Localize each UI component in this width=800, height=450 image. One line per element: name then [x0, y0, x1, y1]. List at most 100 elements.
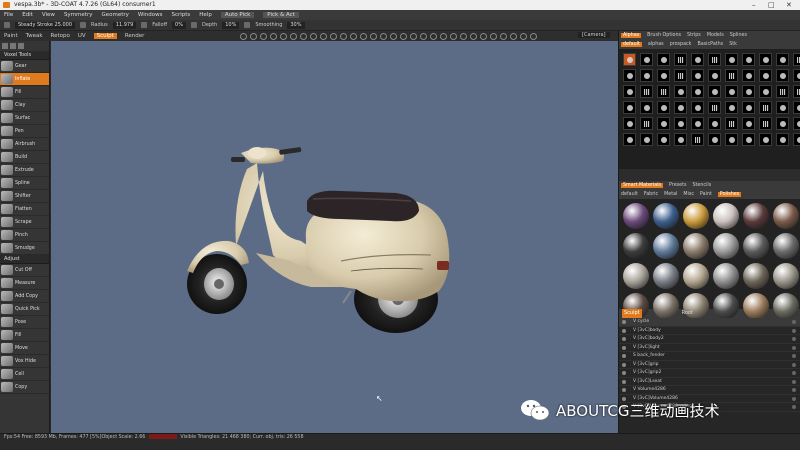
- tool-fill[interactable]: Fill: [0, 86, 49, 99]
- view-icon[interactable]: [380, 32, 387, 40]
- material-sphere[interactable]: [743, 263, 769, 289]
- visibility-eye-icon[interactable]: [622, 362, 626, 367]
- alpha-thumbnail[interactable]: [674, 53, 687, 66]
- alpha-thumbnail[interactable]: [708, 69, 721, 82]
- menu-scripts[interactable]: Scripts: [171, 12, 190, 18]
- alpha-thumbnail[interactable]: [640, 69, 653, 82]
- material-sphere[interactable]: [773, 203, 799, 229]
- view-icon[interactable]: [310, 32, 317, 40]
- alpha-thumbnail[interactable]: [776, 101, 789, 114]
- alpha-thumbnail[interactable]: [759, 101, 772, 114]
- alpha-thumbnail[interactable]: [759, 117, 772, 130]
- alpha-thumbnail[interactable]: [640, 53, 653, 66]
- material-sphere[interactable]: [713, 233, 739, 259]
- layer-row[interactable]: V [3vC]body: [619, 327, 800, 335]
- tool-measure[interactable]: Measure: [0, 277, 49, 290]
- view-icon[interactable]: [420, 32, 427, 40]
- alpha-thumbnail[interactable]: [657, 101, 670, 114]
- alpha-thumbnail[interactable]: [623, 85, 636, 98]
- tool-pen[interactable]: Pen: [0, 125, 49, 138]
- view-icon[interactable]: [410, 32, 417, 40]
- alpha-thumbnail[interactable]: [793, 117, 800, 130]
- view-icon[interactable]: [300, 32, 307, 40]
- layer-row[interactable]: V [3vC]grip2: [619, 369, 800, 378]
- menu-edit[interactable]: Edit: [22, 12, 33, 18]
- alpha-thumbnail[interactable]: [640, 133, 653, 146]
- view-icon[interactable]: [450, 32, 457, 40]
- tool-fill[interactable]: Fill: [0, 329, 49, 342]
- grid-icon[interactable]: [2, 43, 8, 49]
- menu-symmetry[interactable]: Symmetry: [64, 12, 93, 18]
- tool-cut-off[interactable]: Cut Off: [0, 264, 49, 277]
- tool-smudge[interactable]: Smudge: [0, 242, 49, 255]
- view-icon[interactable]: [390, 32, 397, 40]
- view-icon[interactable]: [430, 32, 437, 40]
- material-sphere[interactable]: [683, 263, 709, 289]
- tab-models[interactable]: Models: [707, 33, 724, 38]
- tab-alphas[interactable]: Alphas: [621, 33, 642, 38]
- alpha-thumbnail[interactable]: [793, 53, 800, 66]
- alpha-thumbnail[interactable]: [657, 53, 670, 66]
- tab-uv[interactable]: UV: [78, 33, 86, 39]
- layer-options-icon[interactable]: [792, 345, 796, 350]
- layer-row[interactable]: V [3vC]grip: [619, 361, 800, 369]
- alpha-thumbnail[interactable]: [657, 117, 670, 130]
- alpha-thumbnail[interactable]: [691, 133, 704, 146]
- alpha-thumbnail[interactable]: [708, 53, 721, 66]
- material-sphere[interactable]: [713, 203, 739, 229]
- alpha-thumbnail[interactable]: [708, 117, 721, 130]
- alpha-thumbnail[interactable]: [793, 85, 800, 98]
- alpha-thumbnail[interactable]: [759, 69, 772, 82]
- tab-sculpt[interactable]: Sculpt: [93, 33, 117, 39]
- tab-paint[interactable]: Paint: [4, 33, 18, 39]
- tab-sculpt-tree[interactable]: Sculpt: [622, 309, 642, 318]
- tool-extrude[interactable]: Extrude: [0, 164, 49, 177]
- layer-options-icon[interactable]: [792, 328, 796, 333]
- alpha-thumbnail[interactable]: [674, 101, 687, 114]
- alpha-thumbnail[interactable]: [742, 101, 755, 114]
- subtab-stk[interactable]: Stk: [729, 42, 737, 47]
- menu-view[interactable]: View: [42, 12, 55, 18]
- tool-shifter[interactable]: Shifter: [0, 190, 49, 203]
- alpha-thumbnail[interactable]: [776, 117, 789, 130]
- view-icon[interactable]: [400, 32, 407, 40]
- layer-options-icon[interactable]: [792, 362, 796, 367]
- tool-clay[interactable]: Clay: [0, 99, 49, 112]
- alpha-thumbnail[interactable]: [708, 133, 721, 146]
- view-icon[interactable]: [250, 32, 257, 40]
- alpha-thumbnail[interactable]: [640, 101, 653, 114]
- tool-copy[interactable]: Copy: [0, 381, 49, 394]
- material-sphere[interactable]: [653, 233, 679, 259]
- view-icon[interactable]: [240, 32, 247, 40]
- tool-gear[interactable]: Gear: [0, 60, 49, 73]
- alpha-thumbnail[interactable]: [657, 69, 670, 82]
- alpha-thumbnail[interactable]: [623, 101, 636, 114]
- visibility-eye-icon[interactable]: [622, 379, 626, 384]
- subtab-polishes[interactable]: Polishes: [717, 192, 742, 197]
- adjust-header[interactable]: Adjust: [0, 255, 49, 264]
- material-sphere[interactable]: [623, 203, 649, 229]
- alpha-thumbnail[interactable]: [793, 69, 800, 82]
- layer-options-icon[interactable]: [792, 379, 796, 384]
- alpha-thumbnail[interactable]: [674, 69, 687, 82]
- view-icon[interactable]: [350, 32, 357, 40]
- brush-icon[interactable]: [4, 22, 10, 28]
- alpha-thumbnail[interactable]: [691, 101, 704, 114]
- falloff-field[interactable]: 0%: [172, 21, 186, 29]
- layer-row[interactable]: V [3vC]light: [619, 344, 800, 352]
- tool-pose[interactable]: Pose: [0, 316, 49, 329]
- view-icon[interactable]: [510, 32, 517, 40]
- voxel-tools-header[interactable]: Voxel Tools: [0, 51, 49, 60]
- alpha-thumbnail[interactable]: [674, 117, 687, 130]
- view-icon[interactable]: [470, 32, 477, 40]
- material-sphere[interactable]: [683, 233, 709, 259]
- subtab-basicpaths[interactable]: BasicPaths: [697, 42, 723, 47]
- tab-render[interactable]: Render: [125, 33, 145, 39]
- alpha-thumbnail[interactable]: [640, 117, 653, 130]
- alpha-thumbnail[interactable]: [623, 117, 636, 130]
- alpha-thumbnail[interactable]: [742, 133, 755, 146]
- brush-icon[interactable]: [18, 43, 24, 49]
- tab-smart-materials[interactable]: Smart Materials: [621, 183, 664, 188]
- material-sphere[interactable]: [653, 293, 679, 319]
- tool-spline[interactable]: Spline: [0, 177, 49, 190]
